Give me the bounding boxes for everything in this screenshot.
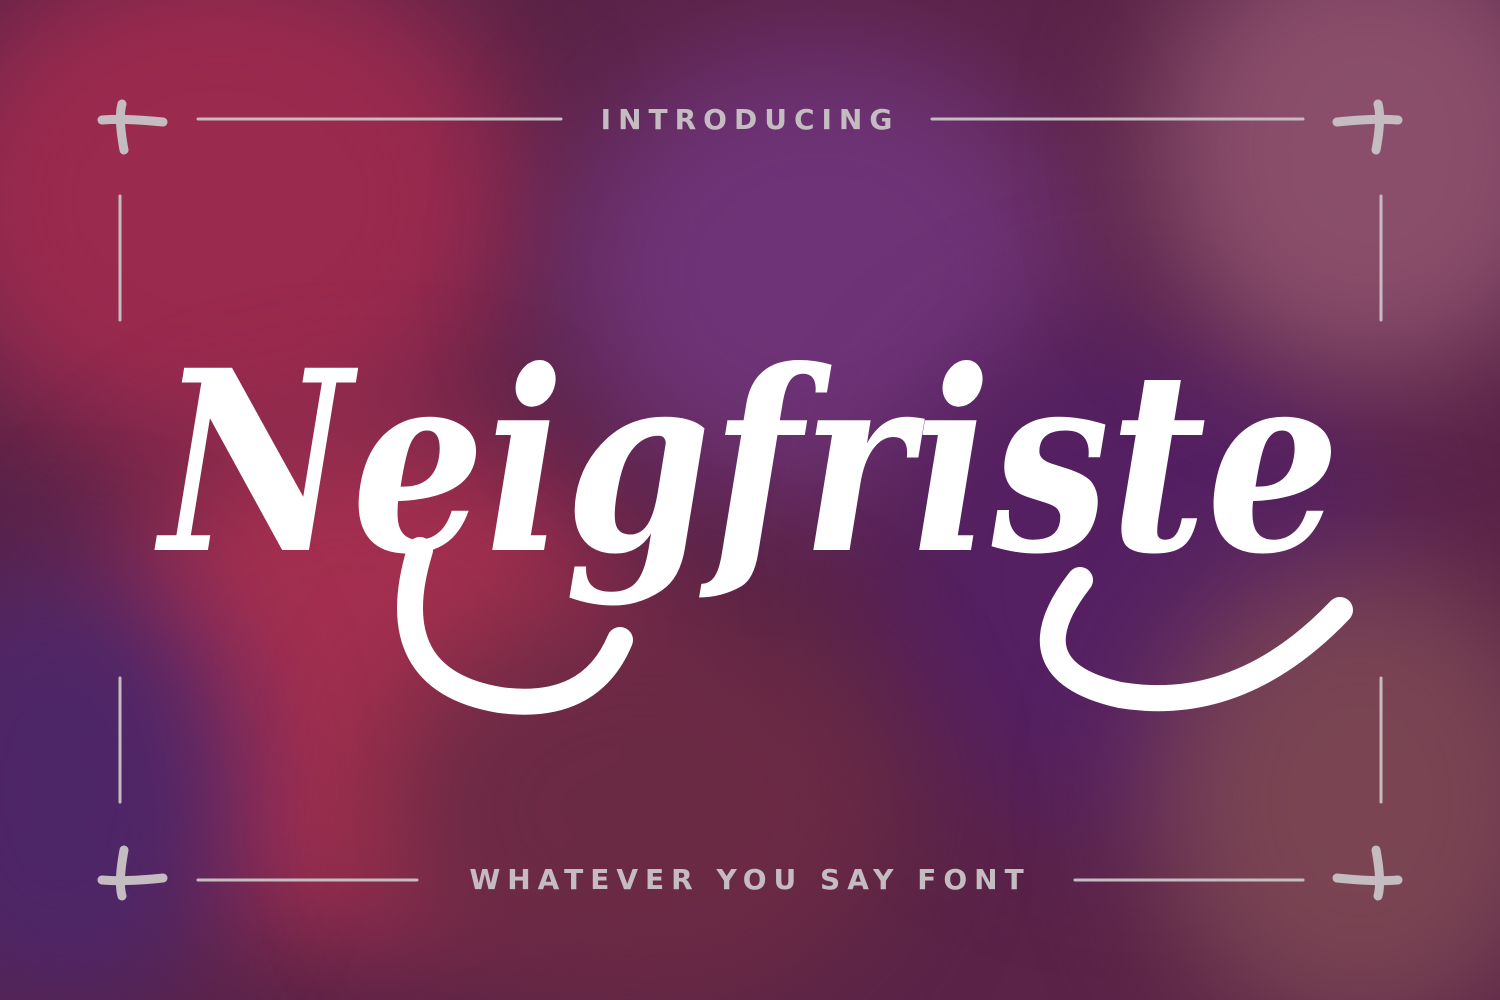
introducing-heading: INTRODUCING <box>600 103 900 136</box>
font-title-text: Neigfriste <box>154 315 1340 609</box>
font-title: Neigfriste <box>154 315 1353 715</box>
tagline-heading: WHATEVER YOU SAY FONT <box>469 863 1031 896</box>
font-title-wrap: Neigfriste <box>0 250 1500 720</box>
